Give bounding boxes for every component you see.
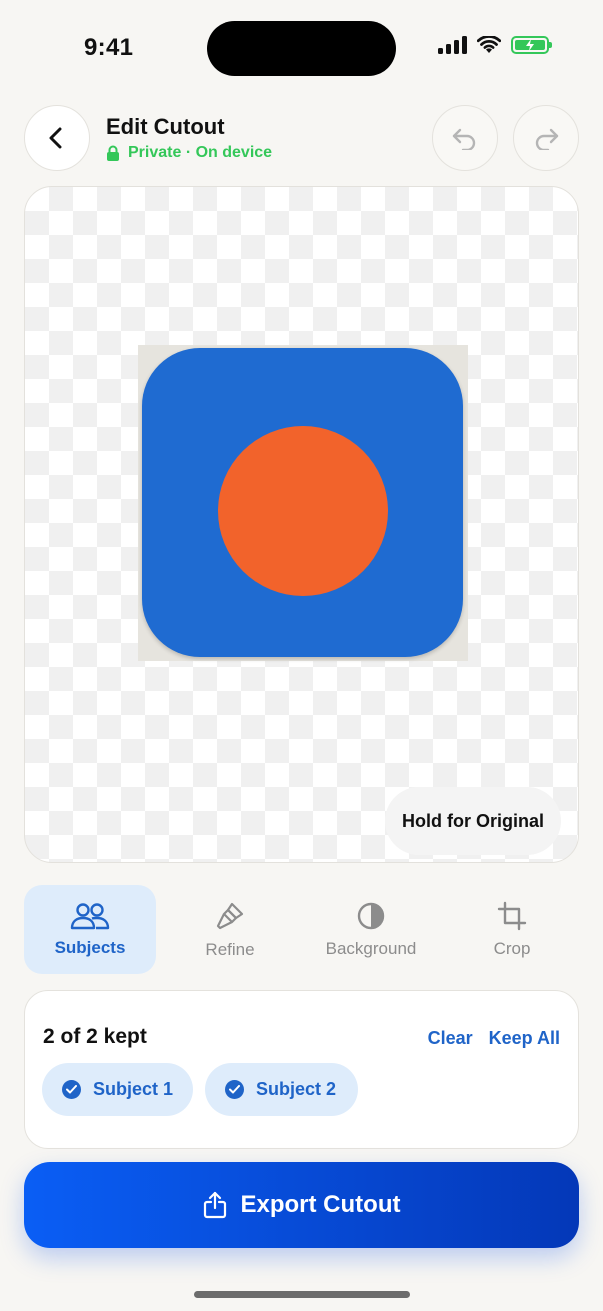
wifi-icon [477,36,501,53]
tab-subjects-label: Subjects [54,937,126,957]
undo-icon [452,128,476,150]
subject-chip-2[interactable]: Subject 2 [205,1063,358,1116]
half-circle-icon [357,902,385,929]
tab-subjects[interactable]: Subjects [24,885,156,974]
subject-circle [218,426,388,596]
tab-background[interactable]: Background [305,885,437,974]
export-cutout-button[interactable]: Export Cutout [24,1162,579,1248]
subjects-panel: 2 of 2 kept Clear Keep All Subject 1 Sub… [24,990,579,1149]
people-icon [70,902,110,929]
checkmark-icon [225,1080,244,1099]
undo-button[interactable] [432,105,498,171]
subject-chip-label: Subject 2 [256,1079,337,1099]
export-cutout-label: Export Cutout [240,1191,401,1218]
privacy-status-label: Private · On device [128,144,273,161]
tab-refine-label: Refine [205,939,255,959]
home-indicator[interactable] [194,1291,410,1298]
hold-for-original-button[interactable]: Hold for Original [385,787,561,855]
subjects-actions: Clear Keep All [428,1028,560,1049]
cellular-signal-icon [438,36,467,54]
battery-charging-icon [511,36,552,54]
back-button[interactable] [24,105,90,171]
tab-crop[interactable]: Crop [446,885,578,974]
cutout-canvas[interactable]: Hold for Original [24,186,579,863]
crop-icon [497,901,527,930]
tab-refine[interactable]: Refine [164,885,296,974]
cutout-subject[interactable] [138,345,468,661]
status-time: 9:41 [84,34,134,61]
dynamic-island [207,21,396,76]
privacy-status: Private · On device [106,144,272,162]
subjects-kept-count: 2 of 2 kept [43,1025,147,1048]
subject-chip-1[interactable]: Subject 1 [42,1063,193,1116]
redo-icon [535,128,559,150]
keep-all-button[interactable]: Keep All [489,1028,560,1049]
checkmark-icon [62,1080,81,1099]
clear-button[interactable]: Clear [428,1028,473,1049]
tab-background-label: Background [325,938,417,958]
tab-crop-label: Crop [493,938,531,958]
subject-rounded-square [142,348,463,657]
page-title: Edit Cutout [106,114,225,139]
brush-icon [216,902,244,929]
lock-icon [107,145,119,161]
redo-button[interactable] [513,105,579,171]
subject-chip-label: Subject 1 [93,1079,174,1099]
chevron-left-icon [49,127,62,149]
status-icons [438,36,552,54]
share-icon [203,1191,226,1219]
